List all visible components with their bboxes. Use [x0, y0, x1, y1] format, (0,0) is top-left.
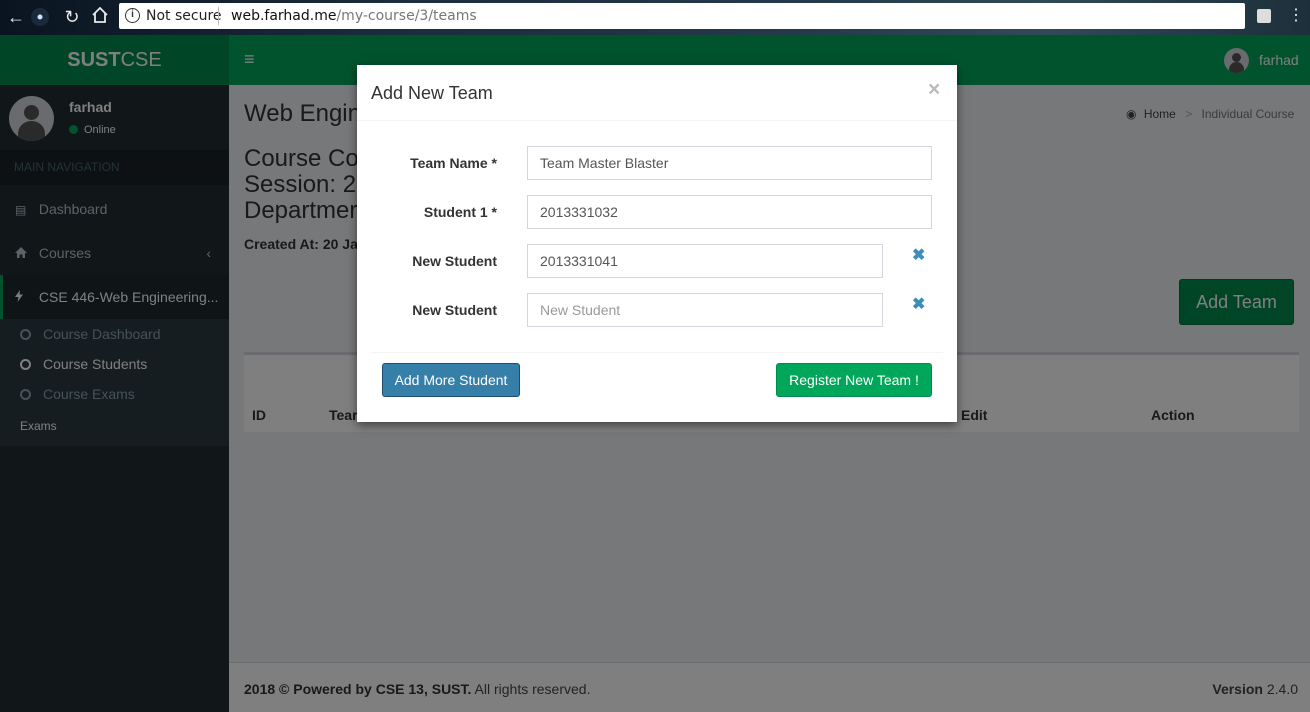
- close-icon[interactable]: ×: [928, 78, 940, 102]
- team-name-input[interactable]: [527, 146, 932, 180]
- reload-icon[interactable]: ↻: [61, 6, 83, 28]
- register-team-button[interactable]: Register New Team !: [776, 363, 932, 397]
- modal-title: Add New Team: [371, 83, 493, 103]
- add-more-student-button[interactable]: Add More Student: [382, 363, 520, 397]
- add-team-modal: Add New Team × Team Name * Student 1 * N…: [357, 65, 957, 422]
- remove-student-icon[interactable]: ✖: [912, 294, 925, 314]
- browser-menu-icon[interactable]: ⋮: [1288, 5, 1304, 27]
- new-student-label: New Student: [412, 302, 497, 318]
- address-separator: [218, 7, 219, 25]
- extension-icon[interactable]: [1257, 9, 1271, 23]
- new-student-input[interactable]: [527, 293, 883, 327]
- new-student-label: New Student: [412, 253, 497, 269]
- new-student-input[interactable]: [527, 244, 883, 278]
- browser-toolbar: ← ↻ i Not secure web.farhad.me/my-course…: [0, 0, 1310, 35]
- back-arrow-icon[interactable]: ←: [5, 6, 27, 28]
- remove-student-icon[interactable]: ✖: [912, 245, 925, 265]
- modal-footer-divider: [371, 352, 943, 353]
- address-bar[interactable]: i Not secure web.farhad.me/my-course/3/t…: [119, 3, 1245, 29]
- url-text[interactable]: web.farhad.me/my-course/3/teams: [231, 8, 477, 24]
- home-nav-icon[interactable]: [89, 6, 111, 28]
- student-1-label: Student 1 *: [423, 204, 497, 220]
- security-label: Not secure: [146, 8, 222, 24]
- student-1-input[interactable]: [527, 195, 932, 229]
- modal-header: Add New Team ×: [357, 65, 957, 121]
- team-name-label: Team Name *: [410, 155, 497, 171]
- browser-logo-icon: [29, 6, 51, 28]
- info-icon[interactable]: i: [125, 8, 140, 23]
